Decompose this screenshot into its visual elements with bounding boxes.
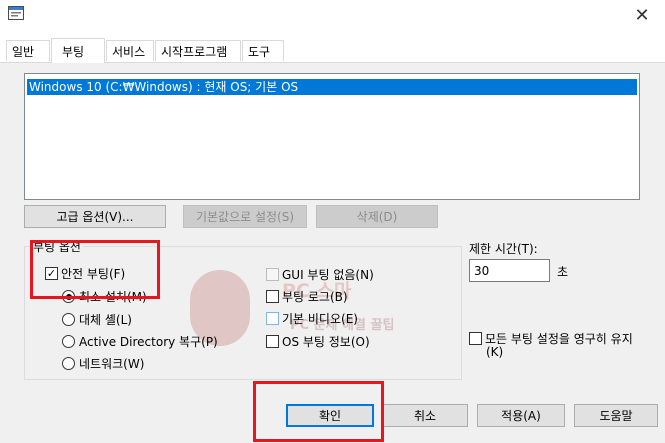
highlight-box [253, 381, 384, 442]
msconfig-icon [8, 6, 24, 20]
checkbox-icon [266, 290, 279, 303]
checkbox-icon [266, 312, 279, 325]
no-gui-boot-checkbox[interactable]: GUI 부팅 없음(N) [266, 266, 374, 283]
base-video-checkbox[interactable]: 기본 비디오(E) [266, 310, 358, 327]
timeout-label: 제한 시간(T): [469, 242, 538, 256]
tab-strip: 일반 부팅 서비스 시작프로그램 도구 [0, 38, 665, 63]
os-list[interactable]: Windows 10 (C:₩Windows) : 현재 OS; 기본 OS [24, 73, 640, 200]
close-icon: ✕ [634, 4, 650, 26]
title-bar: ✕ [0, 0, 665, 30]
network-radio[interactable]: 네트워크(W) [62, 355, 144, 372]
ad-repair-radio[interactable]: Active Directory 복구(P) [62, 333, 218, 350]
tab-general[interactable]: 일반 [6, 40, 50, 61]
tab-services[interactable]: 서비스 [106, 40, 154, 61]
tab-startup[interactable]: 시작프로그램 [155, 40, 241, 61]
list-item[interactable]: Windows 10 (C:₩Windows) : 현재 OS; 기본 OS [27, 79, 637, 95]
tab-boot[interactable]: 부팅 [51, 38, 105, 63]
timeout-unit: 초 [557, 265, 569, 279]
checkbox-icon [469, 332, 482, 345]
tab-tools[interactable]: 도구 [242, 40, 284, 61]
advanced-options-button[interactable]: 고급 옵션(V)... [24, 205, 166, 228]
close-button[interactable]: ✕ [619, 0, 665, 30]
radio-icon [62, 357, 75, 370]
apply-button[interactable]: 적용(A) [477, 404, 565, 427]
make-permanent-label-2: (K) [486, 345, 504, 359]
timeout-input[interactable] [469, 259, 550, 282]
set-default-button[interactable]: 기본값으로 설정(S) [183, 205, 307, 228]
radio-icon [62, 335, 75, 348]
checkbox-icon [266, 268, 279, 281]
highlight-box [30, 240, 160, 299]
os-boot-info-checkbox[interactable]: OS 부팅 정보(O) [266, 333, 370, 350]
delete-button[interactable]: 삭제(D) [316, 205, 438, 228]
alternate-shell-radio[interactable]: 대체 셸(L) [62, 311, 132, 328]
radio-icon [62, 313, 75, 326]
cancel-button[interactable]: 취소 [382, 404, 468, 427]
help-button[interactable]: 도움말 [574, 404, 658, 427]
checkbox-icon [266, 335, 279, 348]
boot-log-checkbox[interactable]: 부팅 로그(B) [266, 288, 348, 305]
